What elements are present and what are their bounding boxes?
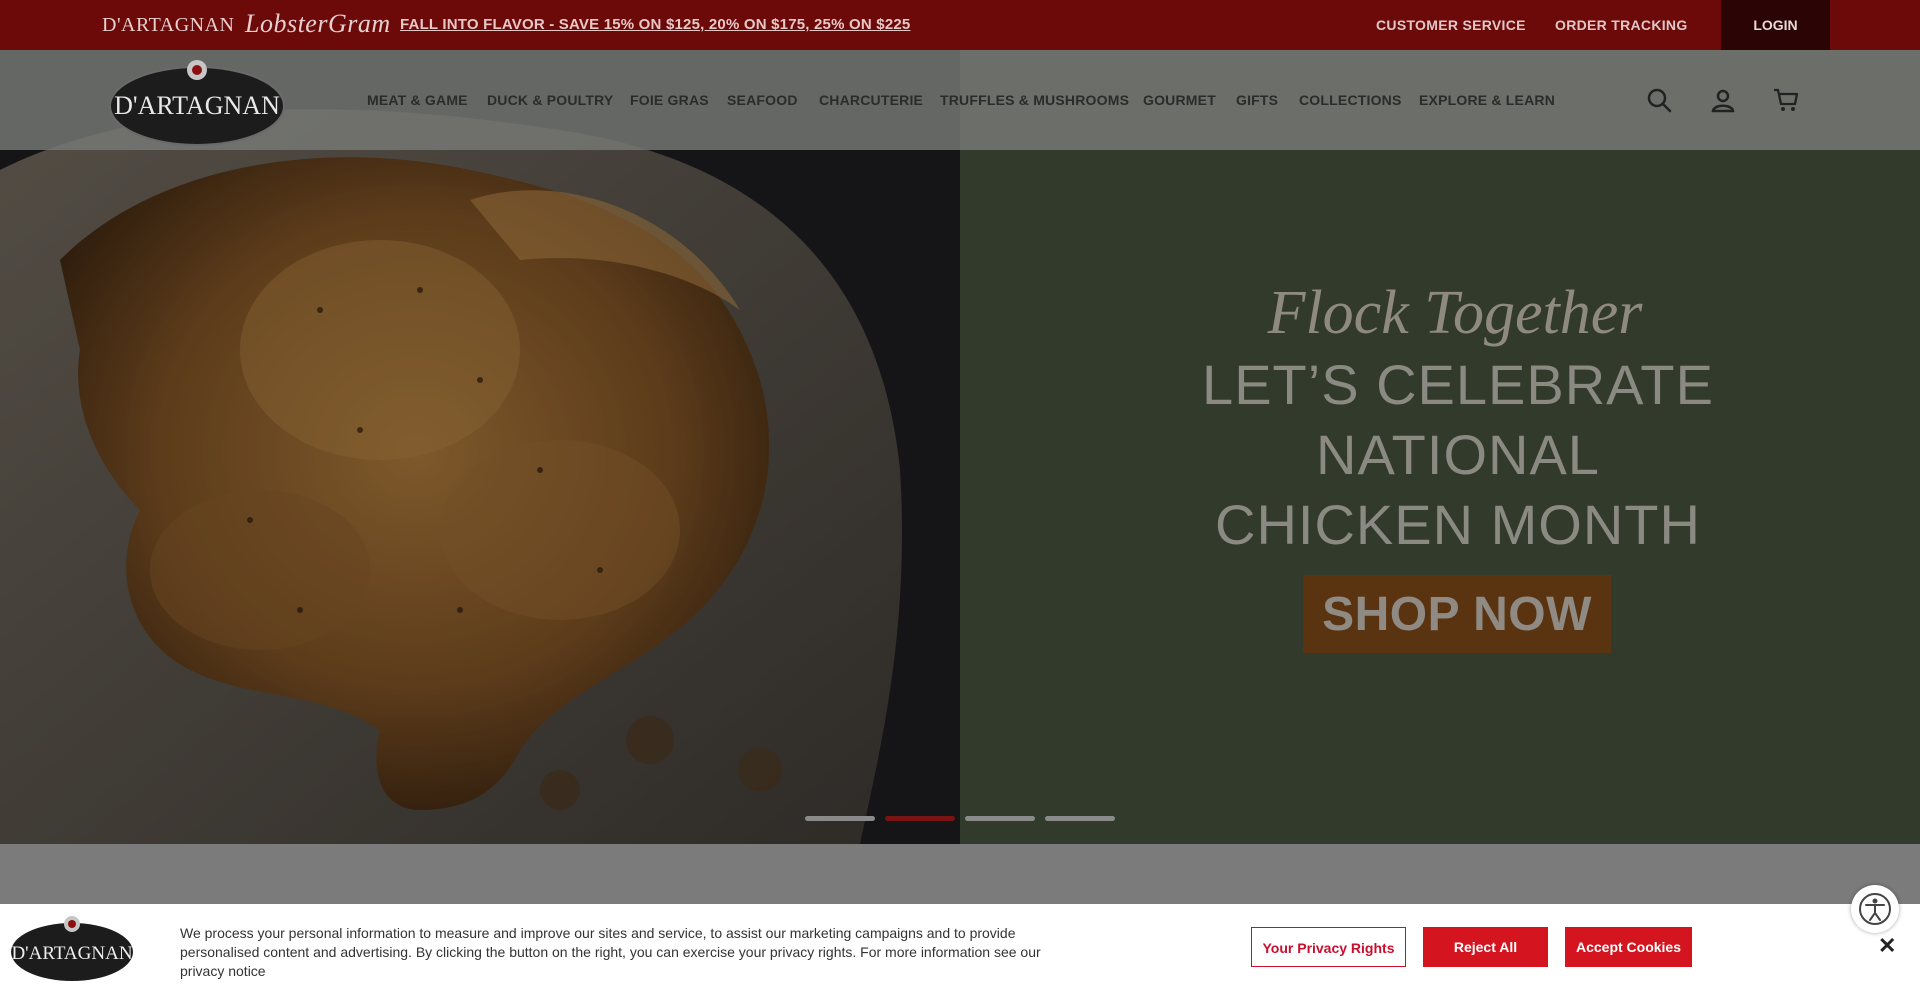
carousel-dot-2[interactable] [885, 816, 955, 821]
shop-now-button[interactable]: SHOP NOW [1303, 575, 1611, 653]
search-icon[interactable] [1645, 86, 1673, 114]
nav-duck-poultry[interactable]: DUCK & POULTRY [487, 92, 613, 108]
accept-cookies-button[interactable]: Accept Cookies [1565, 927, 1692, 967]
reject-all-button[interactable]: Reject All [1423, 927, 1548, 967]
close-icon[interactable]: ✕ [1878, 933, 1896, 959]
nav-gourmet[interactable]: GOURMET [1143, 92, 1216, 108]
accessibility-icon [1859, 893, 1891, 925]
login-button[interactable]: LOGIN [1721, 0, 1830, 50]
order-tracking-link[interactable]: ORDER TRACKING [1555, 17, 1688, 33]
lobstergram-brand-link[interactable]: LobsterGram [245, 9, 391, 39]
dartagnan-brand-link[interactable]: D'ARTAGNAN [102, 14, 234, 37]
promo-link[interactable]: FALL INTO FLAVOR - SAVE 15% ON $125, 20%… [400, 16, 910, 33]
cookie-notice-text: We process your personal information to … [180, 925, 1041, 979]
account-icon[interactable] [1709, 86, 1737, 114]
carousel-dot-1[interactable] [805, 816, 875, 821]
privacy-rights-button[interactable]: Your Privacy Rights [1251, 927, 1406, 967]
hero-script-title: Flock Together [1267, 279, 1643, 347]
nav-seafood[interactable]: SEAFOOD [727, 92, 798, 108]
nav-collections[interactable]: COLLECTIONS [1299, 92, 1402, 108]
roast-chicken-illustration [0, 50, 960, 844]
dartagnan-logo[interactable]: D'ARTAGNAN [108, 60, 286, 146]
nav-gifts[interactable]: GIFTS [1236, 92, 1278, 108]
hero-headline: LET’S CELEBRATE NATIONAL CHICKEN MONTH [1058, 350, 1858, 560]
logo-text: D'ARTAGNAN [114, 91, 280, 120]
nav-foie-gras[interactable]: FOIE GRAS [630, 92, 709, 108]
nav-charcuterie[interactable]: CHARCUTERIE [819, 92, 923, 108]
cookie-logo-text: D'ARTAGNAN [11, 943, 132, 964]
accessibility-button[interactable] [1851, 885, 1899, 933]
nav-meat-game[interactable]: MEAT & GAME [367, 92, 468, 108]
cookie-banner-logo: D'ARTAGNAN [11, 916, 133, 981]
carousel-dot-3[interactable] [965, 816, 1035, 821]
hero-headline-line2: CHICKEN MONTH [1215, 493, 1701, 556]
hero-headline-line1: LET’S CELEBRATE NATIONAL [1202, 353, 1714, 486]
promo-bar: D'ARTAGNAN LobsterGram FALL INTO FLAVOR … [0, 0, 1920, 50]
nav-explore-learn[interactable]: EXPLORE & LEARN [1419, 92, 1555, 108]
customer-service-link[interactable]: CUSTOMER SERVICE [1376, 17, 1526, 33]
nav-truffles-mushrooms[interactable]: TRUFFLES & MUSHROOMS [940, 92, 1129, 108]
page-overlay-strip [0, 844, 1920, 904]
hero-chicken-image [0, 50, 960, 844]
cart-icon[interactable] [1772, 86, 1800, 114]
carousel-dot-4[interactable] [1045, 816, 1115, 821]
